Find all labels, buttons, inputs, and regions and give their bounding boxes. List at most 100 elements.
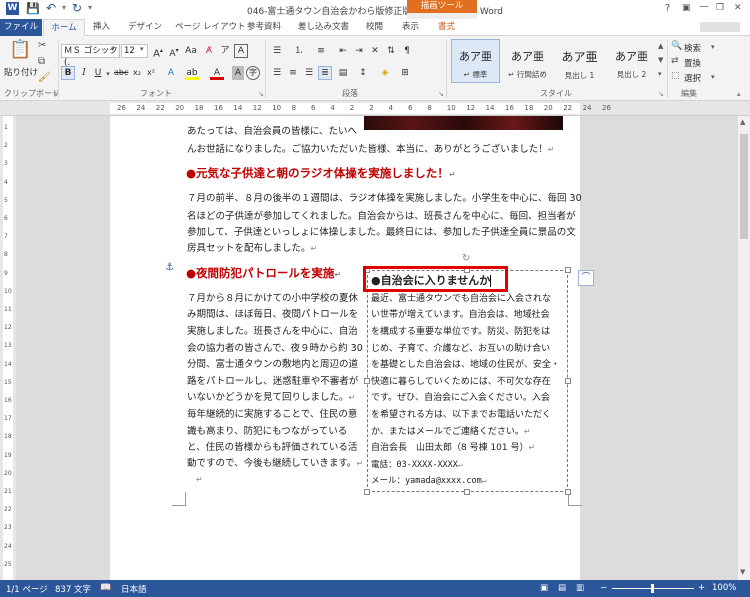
style-normal[interactable]: あア亜 ↵ 標準 — [451, 39, 500, 83]
format-painter-icon[interactable]: 🖌 — [38, 72, 51, 83]
tab-insert[interactable]: 挿入 — [93, 21, 110, 34]
tab-format[interactable]: 書式 — [438, 21, 455, 34]
show-marks-icon[interactable]: ¶ — [400, 44, 414, 58]
resize-handle[interactable] — [565, 489, 571, 495]
chevron-down-icon[interactable]: ▾ — [140, 45, 144, 53]
resize-handle[interactable] — [565, 378, 571, 384]
select-button[interactable]: 選択 — [684, 72, 701, 84]
text-effects-icon[interactable]: A — [164, 66, 178, 80]
restore-button[interactable]: ❐ — [716, 3, 724, 13]
rotate-handle-icon[interactable]: ↻ — [462, 253, 470, 264]
numbering-icon[interactable]: ⒈ — [292, 44, 306, 58]
collapse-ribbon-icon[interactable]: ▴ — [737, 90, 741, 98]
search-icon[interactable]: 🔍 — [671, 41, 682, 51]
underline-icon[interactable]: U — [92, 66, 104, 80]
tab-layout[interactable]: ページ レイアウト — [175, 21, 246, 34]
bullets-icon[interactable]: ☰ — [270, 44, 284, 58]
asian-layout-icon[interactable]: ✕ — [368, 44, 382, 58]
page-count[interactable]: 1/1 ページ — [6, 583, 48, 595]
align-center-icon[interactable]: ≡ — [286, 66, 300, 80]
phonetic-guide-icon[interactable]: ア — [218, 44, 232, 58]
clipboard-launcher-icon[interactable]: ↘ — [52, 90, 58, 98]
highlight-icon[interactable]: ab — [185, 66, 199, 80]
style-heading-1[interactable]: あア亜 見出し 1 — [555, 39, 604, 83]
chevron-down-icon[interactable]: ▾ — [104, 67, 112, 81]
zoom-in-icon[interactable]: + — [698, 583, 705, 593]
bold-icon[interactable]: B — [61, 66, 75, 80]
sort-icon[interactable]: ⇅ — [384, 44, 398, 58]
styles-scroll-down-icon[interactable]: ▼ — [658, 56, 663, 64]
shrink-font-icon[interactable]: A▾ — [167, 44, 181, 59]
resize-handle[interactable] — [565, 267, 571, 273]
read-mode-icon[interactable]: ▣ — [540, 583, 548, 593]
proofing-icon[interactable]: 📖 — [100, 583, 111, 593]
styles-launcher-icon[interactable]: ↘ — [658, 90, 664, 98]
vertical-ruler[interactable]: 1 2 3 4 5 6 7 8 9 10 11 12 13 14 15 16 17 18 19 20 21 22 23 24 2… — [0, 116, 16, 580]
vertical-scrollbar[interactable]: ▲ ▼ — [738, 116, 750, 580]
enclose-char-icon[interactable]: 字 — [246, 66, 260, 80]
tab-file[interactable]: ファイル — [0, 19, 42, 36]
chevron-down-icon[interactable]: ▾ — [711, 73, 715, 81]
clear-format-icon[interactable]: A̸ — [202, 44, 216, 58]
italic-icon[interactable]: I — [78, 66, 90, 80]
scroll-down-icon[interactable]: ▼ — [740, 568, 745, 576]
styles-more-icon[interactable]: ▾ — [658, 70, 662, 78]
tab-review[interactable]: 校閲 — [366, 21, 383, 34]
subscript-icon[interactable]: x₂ — [131, 66, 143, 80]
minimize-button[interactable]: — — [699, 1, 709, 12]
align-right-icon[interactable]: ☰ — [302, 66, 316, 80]
zoom-out-icon[interactable]: − — [600, 583, 607, 593]
layout-options-icon[interactable]: ⌒ — [578, 270, 594, 286]
tab-home[interactable]: ホーム — [43, 19, 85, 37]
zoom-level[interactable]: 100% — [712, 583, 736, 593]
tab-design[interactable]: デザイン — [128, 21, 162, 34]
cut-icon[interactable]: ✂ — [38, 40, 46, 51]
char-shading-icon[interactable]: A — [232, 66, 244, 80]
character-border-icon[interactable]: A — [234, 44, 248, 58]
ribbon-display-icon[interactable]: ▣ — [682, 3, 691, 13]
account-name[interactable] — [700, 22, 740, 32]
borders-icon[interactable]: ⊞ — [398, 66, 412, 80]
tab-mailings[interactable]: 差し込み文書 — [298, 21, 349, 34]
find-button[interactable]: 検索 — [684, 42, 701, 54]
decrease-indent-icon[interactable]: ⇤ — [336, 44, 350, 58]
multilevel-list-icon[interactable]: ≡ — [314, 44, 328, 58]
photo-image[interactable] — [364, 116, 563, 130]
paste-icon[interactable]: 📋 — [9, 39, 31, 60]
shading-icon[interactable]: ◈ — [378, 66, 392, 80]
paste-button[interactable]: 貼り付け — [4, 66, 38, 78]
tab-view[interactable]: 表示 — [402, 21, 419, 34]
word-count[interactable]: 837 文字 — [55, 583, 91, 595]
web-layout-icon[interactable]: ▥ — [576, 583, 584, 593]
horizontal-ruler[interactable]: 26 24 22 20 18 16 14 12 10 8 6 4 2 2 4 6 8 10 12 14 16 18 20 22… — [0, 101, 750, 116]
tab-references[interactable]: 参考資料 — [247, 21, 281, 34]
chevron-down-icon[interactable]: ▾ — [711, 43, 715, 51]
chevron-down-icon[interactable]: ▾ — [111, 45, 115, 53]
grow-font-icon[interactable]: A▴ — [151, 44, 165, 59]
style-heading-2[interactable]: あア亜 見出し 2 — [607, 39, 656, 83]
resize-handle[interactable] — [464, 489, 470, 495]
anchor-icon[interactable]: ⚓ — [165, 262, 174, 273]
justify-icon[interactable]: ≣ — [318, 66, 332, 80]
styles-scroll-up-icon[interactable]: ▲ — [658, 42, 663, 50]
increase-indent-icon[interactable]: ⇥ — [352, 44, 366, 58]
close-button[interactable]: ✕ — [734, 3, 742, 13]
print-layout-icon[interactable]: ▤ — [558, 583, 566, 593]
font-launcher-icon[interactable]: ↘ — [258, 90, 264, 98]
replace-icon[interactable]: ⇄ — [671, 56, 679, 66]
align-left-icon[interactable]: ☰ — [270, 66, 284, 80]
strikethrough-icon[interactable]: abc — [114, 66, 128, 80]
paragraph-launcher-icon[interactable]: ↘ — [438, 90, 444, 98]
replace-button[interactable]: 置換 — [684, 57, 701, 69]
resize-handle[interactable] — [364, 489, 370, 495]
distributed-icon[interactable]: ▤ — [336, 66, 350, 80]
copy-icon[interactable]: ⧉ — [38, 56, 45, 67]
style-no-spacing[interactable]: あア亜 ↵ 行間詰め — [503, 39, 552, 83]
change-case-icon[interactable]: Aa — [184, 44, 198, 58]
resize-handle[interactable] — [364, 378, 370, 384]
select-icon[interactable]: ⬚ — [671, 71, 680, 81]
zoom-slider-thumb[interactable] — [651, 584, 654, 593]
scroll-thumb[interactable] — [740, 134, 748, 239]
help-button[interactable]: ? — [665, 3, 670, 14]
font-color-icon[interactable]: A — [210, 66, 224, 80]
